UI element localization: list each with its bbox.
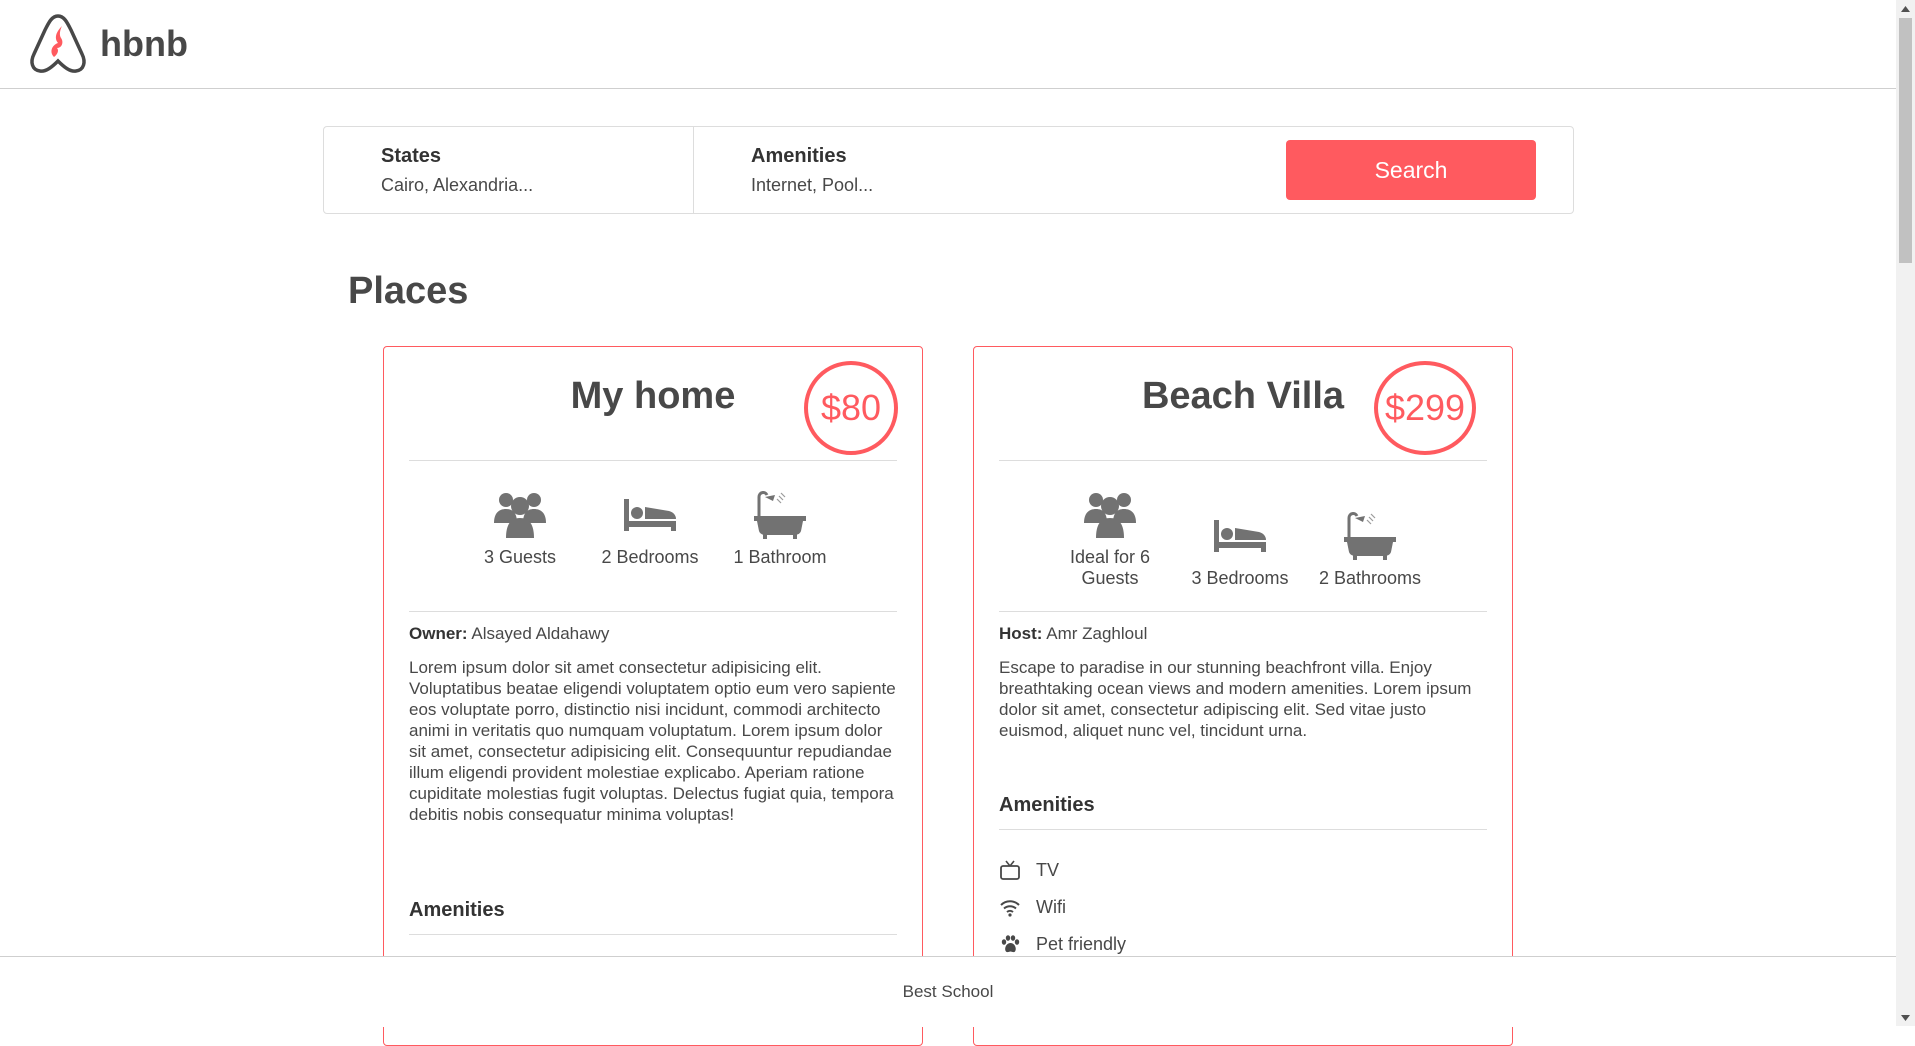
bathrooms-label: 1 Bathroom [733, 547, 827, 567]
bedrooms-info: 2 Bedrooms [580, 489, 720, 568]
host-label: Host: [999, 624, 1043, 643]
divider [409, 934, 897, 935]
place-card: Beach Villa $299 Ideal for 6 Guests 3 Be… [973, 346, 1513, 1046]
amenity-item: Wifi [999, 894, 1066, 920]
bathtub-icon [1344, 512, 1396, 560]
svg-text:hbnb: hbnb [100, 23, 188, 64]
bathrooms-info: 2 Bathrooms [1300, 510, 1440, 589]
amenity-label: Pet friendly [1036, 933, 1127, 954]
bathrooms-label: 2 Bathrooms [1318, 568, 1422, 588]
owner-name: Alsayed Aldahawy [471, 624, 610, 643]
guests-icon [494, 493, 546, 538]
header: hbnb [0, 0, 1896, 89]
footer-text: Best School [902, 982, 994, 1001]
guests-icon [1084, 493, 1136, 538]
guests-label: Ideal for 6 Guests [1069, 547, 1151, 588]
place-description: Lorem ipsum dolor sit amet consectetur a… [409, 658, 896, 824]
states-filter-title: States [381, 145, 442, 167]
amenities-filter-selection: Internet, Pool... [751, 175, 874, 195]
amenities-title: Amenities [409, 899, 505, 921]
vertical-scrollbar[interactable] [1896, 0, 1915, 1026]
divider [999, 460, 1487, 461]
amenity-item: Pet friendly [999, 931, 1126, 957]
divider [409, 611, 897, 612]
filters-bar: States Cairo, Alexandria... Amenities In… [323, 126, 1574, 214]
divider [999, 829, 1487, 830]
bed-icon [1214, 520, 1266, 552]
bed-icon [624, 499, 676, 531]
price-badge: $80 [804, 361, 898, 455]
divider [409, 460, 897, 461]
amenity-label: Wifi [1036, 896, 1066, 917]
bathtub-icon [754, 491, 806, 539]
bedrooms-label: 3 Bedrooms [1191, 568, 1289, 588]
amenity-label: TV [1036, 859, 1060, 880]
amenities-filter[interactable]: Amenities Internet, Pool... [694, 127, 1194, 213]
states-filter[interactable]: States Cairo, Alexandria... [324, 127, 694, 213]
price-badge: $299 [1374, 361, 1476, 455]
divider [999, 611, 1487, 612]
owner-line: Owner: Alsayed Aldahawy [409, 624, 609, 644]
scroll-up-arrow-icon[interactable] [1896, 0, 1915, 17]
place-description: Escape to paradise in our stunning beach… [999, 658, 1472, 740]
bathrooms-info: 1 Bathroom [710, 489, 850, 568]
amenities-title: Amenities [999, 794, 1095, 816]
states-filter-selection: Cairo, Alexandria... [381, 175, 534, 195]
places-title: Places [348, 270, 469, 312]
amenity-item: TV [999, 857, 1059, 883]
guests-label: 3 Guests [483, 547, 557, 567]
scroll-down-arrow-icon[interactable] [1896, 1009, 1915, 1026]
host-name: Amr Zaghloul [1046, 624, 1148, 643]
hbnb-logo[interactable]: hbnb [28, 12, 198, 76]
guests-info: 3 Guests [450, 489, 590, 568]
bedrooms-label: 2 Bedrooms [601, 547, 699, 567]
host-line: Host: Amr Zaghloul [999, 624, 1147, 644]
footer: Best School [0, 956, 1896, 1027]
search-button[interactable]: Search [1286, 140, 1536, 200]
scrollbar-thumb[interactable] [1899, 18, 1912, 263]
amenities-filter-title: Amenities [751, 145, 847, 167]
wifi-icon [1000, 900, 1020, 917]
tv-icon [1000, 860, 1020, 880]
bedrooms-info: 3 Bedrooms [1170, 510, 1310, 589]
paw-icon [1001, 935, 1020, 953]
place-card: My home $80 3 Guests 2 Bedrooms 1 Bathro… [383, 346, 923, 1046]
guests-info: Ideal for 6 Guests [1040, 489, 1180, 589]
owner-label: Owner: [409, 624, 468, 643]
